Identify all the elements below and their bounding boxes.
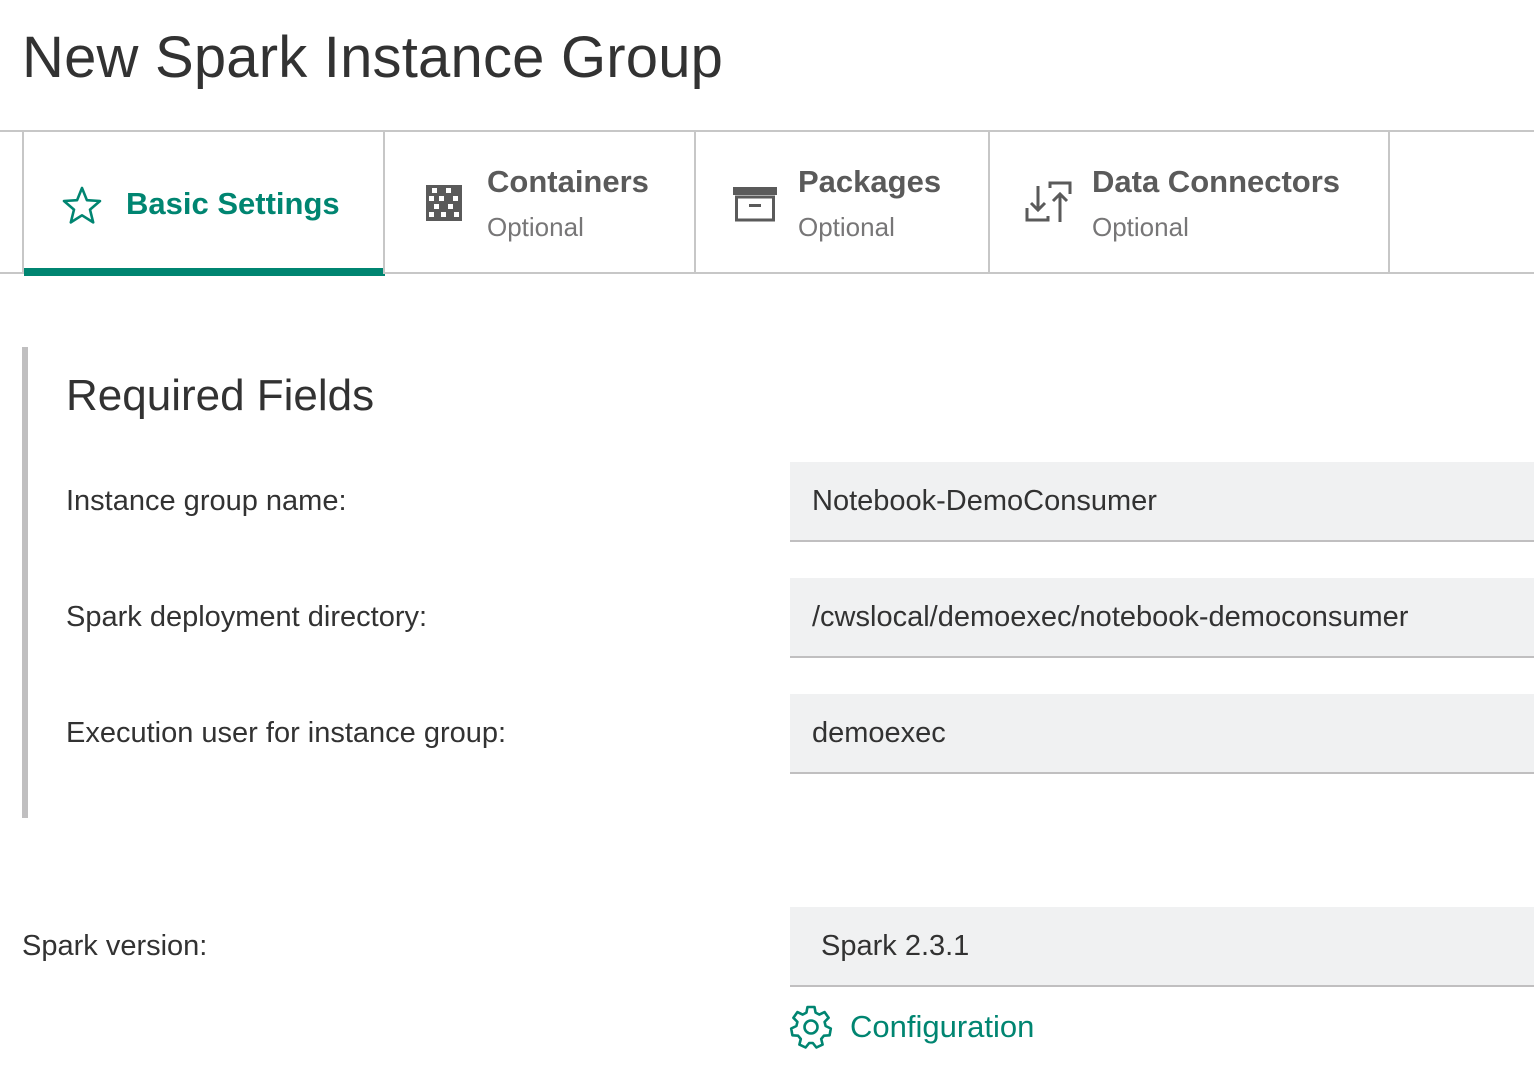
tab-label: Packages xyxy=(798,164,942,199)
tab-label: Containers xyxy=(487,164,649,199)
tab-data-connectors[interactable]: Data Connectors Optional xyxy=(988,132,1390,274)
configuration-label: Configuration xyxy=(850,1009,1035,1044)
page: New Spark Instance Group Basic Settings xyxy=(0,0,1534,1066)
required-fields-section: Required Fields Instance group name: Spa… xyxy=(22,347,1534,818)
spark-version-select[interactable] xyxy=(790,907,1534,987)
instance-group-name-input[interactable] xyxy=(790,462,1534,542)
instance-group-name-label: Instance group name: xyxy=(66,485,347,517)
gear-icon xyxy=(789,1005,833,1049)
deployment-directory-label: Spark deployment directory: xyxy=(66,601,428,633)
archive-icon xyxy=(733,187,777,222)
page-title: New Spark Instance Group xyxy=(22,25,724,90)
tab-subtitle: Optional xyxy=(798,212,895,242)
transfer-icon xyxy=(1025,181,1072,222)
execution-user-label: Execution user for instance group: xyxy=(66,717,507,749)
deployment-directory-input[interactable] xyxy=(790,578,1534,658)
tab-basic-settings[interactable]: Basic Settings xyxy=(22,132,385,276)
execution-user-input[interactable] xyxy=(790,694,1534,774)
star-icon xyxy=(62,186,102,224)
tab-label: Data Connectors xyxy=(1092,164,1341,199)
configuration-link[interactable]: Configuration xyxy=(788,1004,1034,1050)
tab-packages[interactable]: Packages Optional xyxy=(694,132,989,274)
tab-containers[interactable]: Containers Optional xyxy=(383,132,695,274)
section-title: Required Fields xyxy=(66,371,375,420)
grid-icon xyxy=(426,185,462,221)
tab-bar: Basic Settings Containers Optional Packa… xyxy=(0,130,1534,276)
tab-subtitle: Optional xyxy=(1092,212,1189,242)
tab-label: Basic Settings xyxy=(126,186,340,221)
spark-version-label: Spark version: xyxy=(22,930,208,962)
tab-subtitle: Optional xyxy=(487,212,584,242)
